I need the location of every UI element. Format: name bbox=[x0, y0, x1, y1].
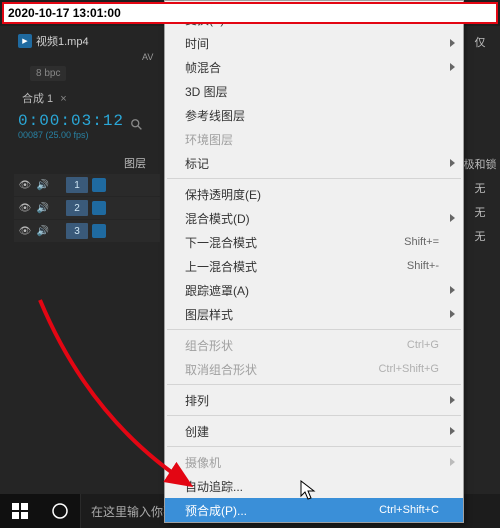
bpc-chip[interactable]: 8 bpc bbox=[30, 66, 66, 81]
menu-item[interactable]: 图层样式 bbox=[165, 302, 463, 326]
menu-item[interactable]: 创建 bbox=[165, 419, 463, 443]
menu-item-label: 预合成(P)... bbox=[185, 502, 247, 519]
menu-item[interactable]: 3D 图层 bbox=[165, 79, 463, 103]
menu-item-label: 保持透明度(E) bbox=[185, 186, 261, 203]
menu-item-label: 组合形状 bbox=[185, 337, 233, 354]
project-file-label: 视频1.mp4 bbox=[36, 33, 89, 49]
menu-item-label: 混合模式(D) bbox=[185, 210, 250, 227]
right-value[interactable]: 无 bbox=[460, 224, 500, 248]
menu-item-label: 3D 图层 bbox=[185, 83, 228, 100]
menu-item-label: 自动追踪... bbox=[185, 478, 243, 495]
menu-item-label: 图层样式 bbox=[185, 306, 233, 323]
menu-item[interactable]: 保持透明度(E) bbox=[165, 182, 463, 206]
menu-item-label: 摄像机 bbox=[185, 454, 221, 471]
context-menu: 变换(T)时间帧混合3D 图层参考线图层环境图层标记保持透明度(E)混合模式(D… bbox=[164, 0, 464, 523]
column-header-layer: 图层 bbox=[124, 155, 146, 171]
track-thumb-icon bbox=[92, 178, 106, 192]
timecode-sub: 00087 (25.00 fps) bbox=[18, 130, 124, 140]
menu-item-label: 上一混合模式 bbox=[185, 258, 257, 275]
timecode-block[interactable]: 0:00:03:12 00087 (25.00 fps) bbox=[18, 112, 124, 140]
track-number: 2 bbox=[66, 200, 88, 216]
audio-toggle[interactable]: 🔊 bbox=[36, 203, 50, 214]
track-thumb-icon bbox=[92, 224, 106, 238]
menu-item[interactable]: 帧混合 bbox=[165, 55, 463, 79]
menu-separator bbox=[167, 384, 461, 385]
menu-item[interactable]: 下一混合模式 Shift+= bbox=[165, 230, 463, 254]
timecode[interactable]: 0:00:03:12 bbox=[18, 112, 124, 130]
menu-item: 摄像机 bbox=[165, 450, 463, 474]
track-row[interactable]: 👁 🔊 3 bbox=[14, 220, 160, 242]
track-number: 3 bbox=[66, 223, 88, 239]
visibility-toggle[interactable]: 👁 bbox=[18, 203, 32, 214]
timeline-tab[interactable]: 合成 1 × bbox=[22, 90, 67, 106]
menu-item-label: 环境图层 bbox=[185, 131, 233, 148]
menu-item[interactable]: 跟踪遮罩(A) bbox=[165, 278, 463, 302]
menu-item: 组合形状 Ctrl+G bbox=[165, 333, 463, 357]
project-file-item[interactable]: ▶ 视频1.mp4 bbox=[18, 32, 158, 50]
audio-toggle[interactable]: 🔊 bbox=[36, 226, 50, 237]
right-value[interactable]: 无 bbox=[460, 200, 500, 224]
menu-separator bbox=[167, 178, 461, 179]
menu-item-label: 时间 bbox=[185, 35, 209, 52]
right-strip: 仅 极和锁 无 无 无 bbox=[460, 30, 500, 248]
track-row[interactable]: 👁 🔊 2 bbox=[14, 197, 160, 219]
menu-item-label: 取消组合形状 bbox=[185, 361, 257, 378]
start-button[interactable] bbox=[0, 494, 40, 528]
cortana-button[interactable] bbox=[40, 494, 80, 528]
visibility-toggle[interactable]: 👁 bbox=[18, 226, 32, 237]
project-footer: 8 bpc bbox=[30, 66, 66, 81]
search-icon[interactable] bbox=[130, 118, 144, 132]
menu-item[interactable]: 上一混合模式 Shift+- bbox=[165, 254, 463, 278]
menu-item-shortcut: Ctrl+G bbox=[407, 339, 439, 351]
menu-item[interactable]: 标记 bbox=[165, 151, 463, 175]
menu-item-label: 下一混合模式 bbox=[185, 234, 257, 251]
track-number: 1 bbox=[66, 177, 88, 193]
menu-separator bbox=[167, 446, 461, 447]
video-file-icon: ▶ bbox=[18, 34, 32, 48]
timeline-tab-close[interactable]: × bbox=[60, 93, 66, 105]
menu-item-label: 跟踪遮罩(A) bbox=[185, 282, 249, 299]
cursor-icon bbox=[300, 480, 316, 507]
right-value[interactable]: 无 bbox=[460, 176, 500, 200]
timestamp-bar: 2020-10-17 13:01:00 bbox=[2, 2, 498, 24]
menu-item-label: 帧混合 bbox=[185, 59, 221, 76]
menu-separator bbox=[167, 329, 461, 330]
format-chip: AV bbox=[142, 52, 153, 62]
menu-item-label: 参考线图层 bbox=[185, 107, 245, 124]
timeline-tab-label: 合成 1 bbox=[22, 93, 53, 105]
right-label: 仅 bbox=[460, 30, 500, 54]
visibility-toggle[interactable]: 👁 bbox=[18, 180, 32, 191]
menu-item: 取消组合形状 Ctrl+Shift+G bbox=[165, 357, 463, 381]
menu-item-shortcut: Ctrl+Shift+G bbox=[378, 363, 439, 375]
audio-toggle[interactable]: 🔊 bbox=[36, 180, 50, 191]
menu-item-shortcut: Shift+- bbox=[407, 260, 439, 272]
track-row[interactable]: 👁 🔊 1 bbox=[14, 174, 160, 196]
menu-item-label: 排列 bbox=[185, 392, 209, 409]
menu-item-shortcut: Shift+= bbox=[404, 236, 439, 248]
menu-item-label: 创建 bbox=[185, 423, 209, 440]
menu-item[interactable]: 参考线图层 bbox=[165, 103, 463, 127]
menu-item[interactable]: 排列 bbox=[165, 388, 463, 412]
right-label: 极和锁 bbox=[460, 152, 500, 176]
menu-item: 环境图层 bbox=[165, 127, 463, 151]
menu-separator bbox=[167, 415, 461, 416]
timestamp-text: 2020-10-17 13:01:00 bbox=[8, 6, 121, 20]
menu-item[interactable]: 混合模式(D) bbox=[165, 206, 463, 230]
menu-item[interactable]: 时间 bbox=[165, 31, 463, 55]
track-thumb-icon bbox=[92, 201, 106, 215]
menu-item-shortcut: Ctrl+Shift+C bbox=[379, 504, 439, 516]
menu-item-label: 标记 bbox=[185, 155, 209, 172]
